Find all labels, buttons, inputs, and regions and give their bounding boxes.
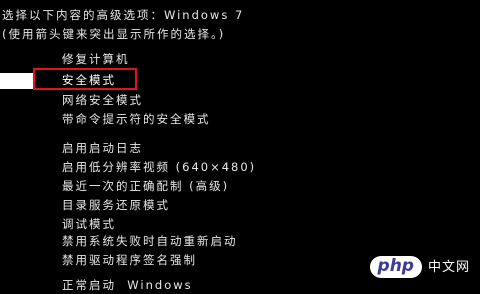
- menu-item-disable-auto-restart[interactable]: 禁用系统失败时自动重新启动: [62, 235, 238, 248]
- menu-item-enable-boot-logging[interactable]: 启用启动日志: [62, 142, 143, 155]
- watermark-site-name: 中文网: [427, 259, 470, 275]
- advanced-boot-options-screen: 选择以下内容的高级选项：Windows 7 (使用箭头键来突出显示所作的选择。)…: [0, 0, 480, 294]
- selection-cursor-bar: [0, 73, 34, 89]
- menu-item-start-windows-normally[interactable]: 正常启动 Windows: [62, 279, 193, 292]
- menu-item-low-resolution-video[interactable]: 启用低分辨率视频 (640×480): [62, 161, 256, 174]
- header-title: 选择以下内容的高级选项：Windows 7: [2, 8, 245, 22]
- menu-item-repair-computer[interactable]: 修复计算机: [62, 53, 130, 66]
- menu-item-disable-driver-signature[interactable]: 禁用驱动程序签名强制: [62, 254, 197, 267]
- site-watermark: php 中文网: [369, 253, 470, 281]
- header-instructions: (使用箭头键来突出显示所作的选择。): [2, 27, 226, 41]
- menu-item-debugging-mode[interactable]: 调试模式: [62, 218, 116, 231]
- menu-item-directory-services-restore[interactable]: 目录服务还原模式: [62, 199, 170, 212]
- php-logo: php: [369, 256, 422, 278]
- menu-item-last-known-good-config[interactable]: 最近一次的正确配制 (高级): [62, 180, 229, 193]
- selection-highlight-box: [33, 68, 137, 90]
- menu-item-safe-mode-networking[interactable]: 网络安全模式: [62, 94, 143, 107]
- menu-item-safe-mode-command-prompt[interactable]: 带命令提示符的安全模式: [62, 113, 211, 126]
